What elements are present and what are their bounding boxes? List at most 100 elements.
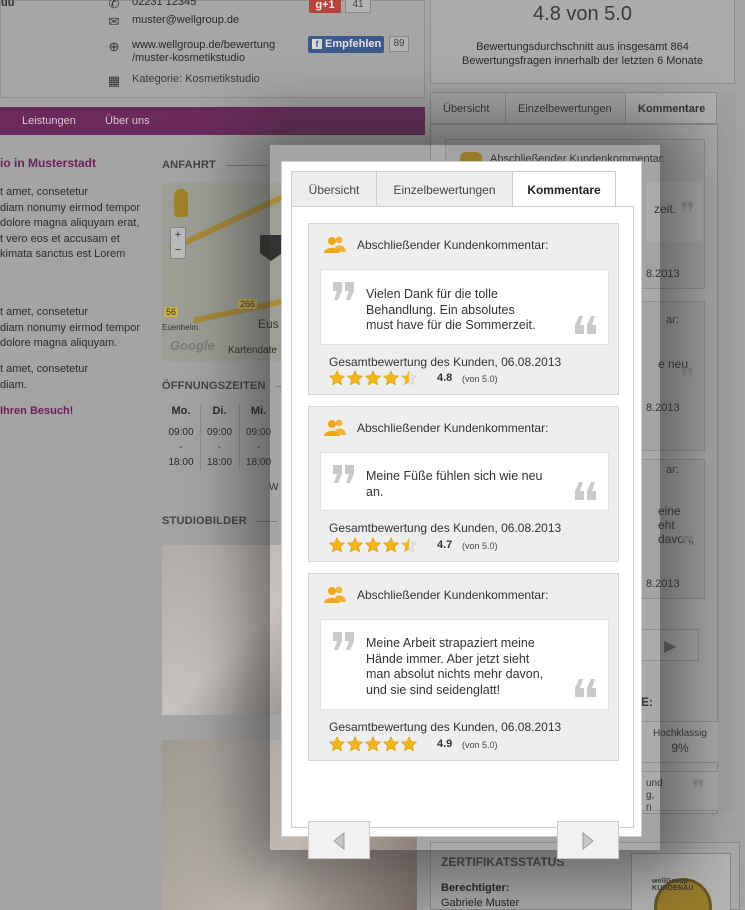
hours-heading-text: ÖFFNUNGSZEITEN: [162, 380, 266, 392]
right-scrollbar[interactable]: [718, 92, 736, 812]
right-tab-einzelbewertungen[interactable]: Einzelbewertungen: [505, 92, 626, 124]
day-label: Mo.: [171, 405, 191, 417]
body-line: diam nonumy eirmod tempor: [0, 201, 141, 214]
zoom-out-icon[interactable]: −: [175, 244, 181, 256]
studio-photo[interactable]: [162, 545, 282, 715]
contact-email-row[interactable]: ✉ muster@wellgroup.de: [106, 14, 240, 30]
contact-url-line2[interactable]: /muster-kosmetikstudio: [132, 52, 245, 64]
star-icon: [347, 370, 363, 386]
body-text-2: t amet, consetetur diam nonumy eirmod te…: [0, 305, 140, 352]
comment-text-line: man absolut nichts mehr davon,: [366, 667, 544, 681]
prev-page-button[interactable]: [308, 821, 370, 859]
body-line: dolore magna aliquyam.: [0, 337, 118, 349]
comment-heading-text: Abschließender Kundenkommentar:: [357, 421, 549, 435]
star-icon: [365, 736, 381, 752]
cert-holder: Berechtigter: Gabriele Muster: [441, 881, 519, 910]
comment-text-line: Behandlung. Ein absolutes: [366, 302, 515, 317]
comment-quote-box: Vielen Dank für die tolle Behandlung. Ein…: [320, 269, 609, 345]
comment-text-line: und sie sind seidenglatt!: [366, 682, 501, 697]
star-icon: [383, 736, 399, 752]
comment-text: Meine Arbeit strapaziert meine Hände imme…: [366, 636, 543, 698]
email-icon: ✉: [108, 14, 120, 29]
star-icon: [347, 736, 363, 752]
contact-email[interactable]: muster@wellgroup.de: [132, 14, 239, 26]
anfahrt-heading: ANFAHRT: [162, 159, 266, 171]
star-icon: [329, 736, 345, 752]
rating-summary: 4.8 von 5.0 Bewertungsdurchschnitt aus i…: [430, 0, 735, 84]
right-comment-fragment: ar:: [666, 314, 679, 326]
comment-card: Abschließender Kundenkommentar: Meine Fü…: [308, 406, 619, 562]
comment-card: Abschließender Kundenkommentar: Vielen D…: [308, 223, 619, 395]
comment-heading-text: Abschließender Kundenkommentar:: [357, 238, 549, 252]
gplus-button[interactable]: g+1: [309, 0, 341, 13]
heading-divider: [225, 164, 266, 166]
body-text-1: t amet, consetetur diam nonumy eirmod te…: [0, 185, 140, 263]
quote-close-icon: [575, 316, 596, 334]
map-road-label: 56: [164, 307, 179, 317]
comment-meta: Gesamtbewertung des Kunden, 06.08.2013: [329, 521, 562, 535]
certificate-seal[interactable]: wellGroup KUNDENAU: [631, 853, 731, 910]
main-nav: Leistungen Über uns: [0, 107, 425, 135]
contact-url[interactable]: www.wellgroup.de/bewertung /muster-kosme…: [132, 39, 275, 65]
comment-text-line: Hände immer. Aber jetzt sieht: [366, 651, 530, 666]
comment-text-line: must have für die Sommerzeit.: [366, 318, 536, 332]
body-line: dolore magna aliquyam erat,: [0, 217, 140, 229]
comment-rating-stars: [329, 370, 417, 386]
comments-panel: Abschließender Kundenkommentar: Vielen D…: [291, 206, 634, 859]
map-town-label: Euenheim: [162, 323, 199, 332]
users-icon: [324, 236, 346, 253]
tab-uebersicht[interactable]: Übersicht: [291, 171, 377, 207]
comment-score-scale: (von 5.0): [462, 541, 498, 551]
popup-tabs: Übersicht Einzelbewertungen Kommentare: [291, 171, 635, 208]
contact-category: Kategorie: Kosmetikstudio: [132, 73, 260, 85]
contact-url-line1[interactable]: www.wellgroup.de/bewertung: [132, 39, 275, 51]
rating-average: 4.8 von 5.0: [533, 3, 632, 25]
tab-kommentare[interactable]: Kommentare: [512, 171, 616, 208]
globe-icon: ⊕: [108, 39, 120, 54]
comment-score: 4.8: [437, 372, 453, 384]
tab-einzelbewertungen[interactable]: Einzelbewertungen: [376, 171, 513, 207]
body-line: t vero eos et accusam et: [0, 232, 120, 245]
right-tab-uebersicht[interactable]: Übersicht: [430, 92, 506, 124]
comment-rating-stars: [329, 736, 417, 752]
contact-url-row[interactable]: ⊕ www.wellgroup.de/bewertung /muster-kos…: [106, 39, 276, 65]
contact-phone-row: ✆ 02231 12345: [106, 0, 197, 12]
map[interactable]: + − 266 56 Eus Euenheim Google Kartendate: [162, 183, 282, 361]
star-half-icon: [401, 370, 417, 386]
right-tab-kommentare[interactable]: Kommentare: [625, 92, 717, 124]
comment-heading: Abschließender Kundenkommentar:: [323, 236, 548, 254]
map-zoom-control[interactable]: + −: [170, 227, 186, 259]
streetview-pegman-icon[interactable]: [174, 189, 188, 217]
studiobilder-heading-text: STUDIOBILDER: [162, 515, 247, 527]
visit-text: Ihren Besuch!: [0, 405, 74, 417]
facebook-like-button[interactable]: f Empfehlen: [308, 36, 384, 53]
quote-close-icon: ❞: [680, 531, 696, 562]
comment-heading-text: Abschließender Kundenkommentar:: [357, 588, 549, 602]
star-icon: [329, 370, 345, 386]
next-page-button[interactable]: [557, 821, 619, 859]
zoom-in-icon[interactable]: +: [175, 229, 181, 241]
quote-close-icon: ❞: [680, 197, 696, 228]
body-line: t amet, consetetur: [0, 306, 89, 318]
open-time: 09:00: [206, 427, 233, 438]
star-icon: [383, 537, 399, 553]
phone-icon: ✆: [108, 0, 120, 11]
hours-day-col: Mo. 09:00 - 18:00: [162, 404, 200, 470]
comment-heading: Abschließender Kundenkommentar:: [323, 419, 548, 437]
comment-quote-box: Meine Füße fühlen sich wie neu an.: [320, 452, 609, 511]
comment-heading: Abschließender Kundenkommentar:: [323, 586, 548, 604]
users-icon: [324, 586, 346, 603]
comment-score-scale: (von 5.0): [462, 374, 498, 384]
map-road-label: 266: [238, 299, 258, 309]
contact-phone: 02231 12345: [132, 0, 197, 8]
nav-item-ueber-uns[interactable]: Über uns: [105, 115, 150, 127]
star-half-icon: [401, 537, 417, 553]
nav-item-leistungen[interactable]: Leistungen: [22, 115, 76, 127]
body-line: kimata sanctus est Lorem: [0, 248, 126, 260]
contact-panel: uu ✆ 02231 12345 ✉ muster@wellgroup.de ⊕…: [0, 0, 425, 98]
arrow-right-icon: [582, 832, 594, 850]
facebook-count: 89: [389, 36, 409, 52]
comment-card: Abschließender Kundenkommentar: Meine Ar…: [308, 573, 619, 761]
google-logo: Google: [170, 338, 215, 353]
studiobilder-heading: STUDIOBILDER: [162, 515, 277, 527]
